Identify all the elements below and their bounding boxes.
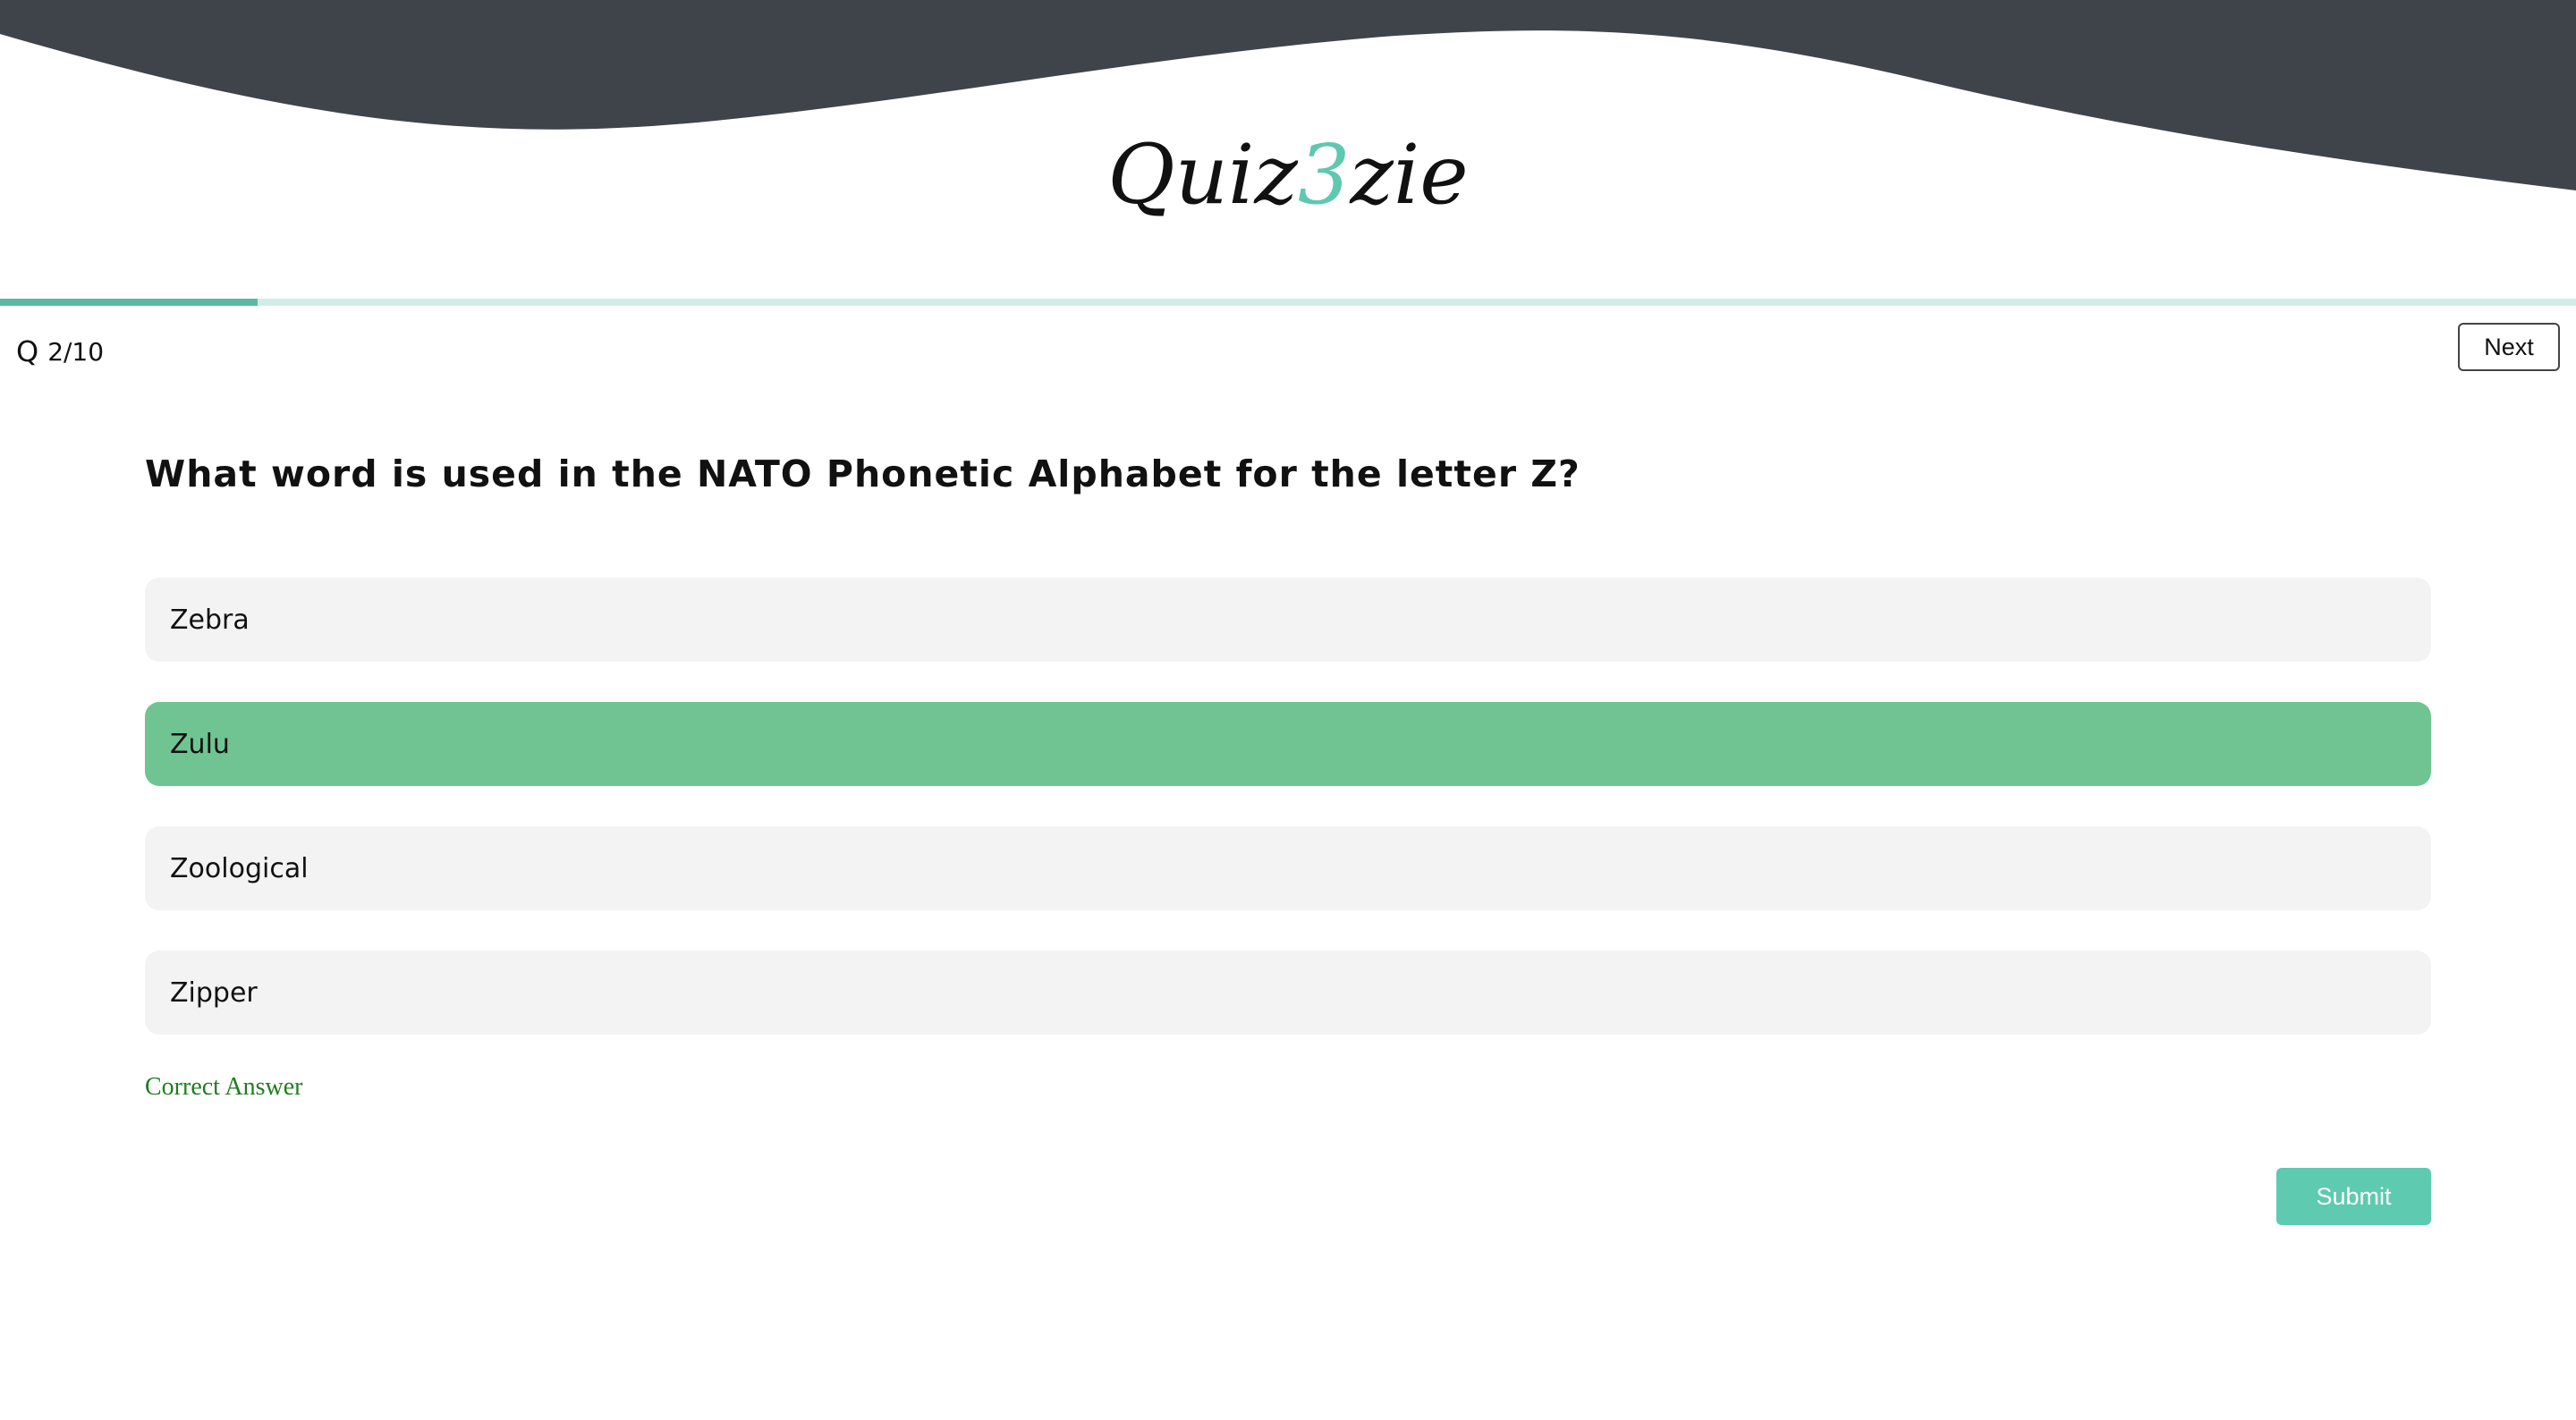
question-text: What word is used in the NATO Phonetic A… — [145, 452, 1580, 495]
question-counter-label: 2/10 — [47, 336, 105, 367]
next-button[interactable]: Next — [2458, 323, 2560, 371]
submit-button[interactable]: Submit — [2276, 1168, 2431, 1225]
logo-text-accent: 3 — [1297, 127, 1351, 223]
question-icon: Q — [16, 334, 39, 368]
answer-options: Zebra Zulu Zoological Zipper — [145, 578, 2431, 1075]
answer-option[interactable]: Zebra — [145, 578, 2431, 662]
app-logo: Quiz3zie — [0, 134, 2576, 216]
quiz-page: Quiz3zie Q 2/10 Next What word is used i… — [0, 0, 2576, 1420]
answer-option-label: Zulu — [170, 728, 230, 760]
answer-feedback: Correct Answer — [145, 1073, 303, 1101]
answer-option-label: Zebra — [170, 604, 250, 636]
answer-option[interactable]: Zipper — [145, 951, 2431, 1035]
question-counter: Q 2/10 — [16, 334, 104, 368]
answer-option-label: Zipper — [170, 976, 258, 1009]
progress-bar — [0, 299, 2576, 306]
logo-text-start: Quiz — [1107, 127, 1298, 223]
logo-text-end: zie — [1350, 127, 1469, 223]
progress-bar-fill — [0, 299, 258, 306]
answer-option[interactable]: Zulu — [145, 702, 2431, 786]
answer-option-label: Zoological — [170, 852, 309, 884]
answer-option[interactable]: Zoological — [145, 826, 2431, 910]
